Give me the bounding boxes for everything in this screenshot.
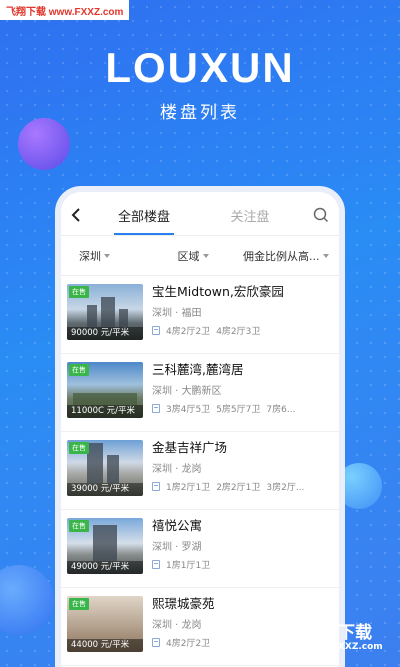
property-location: 深圳 · 龙岗 bbox=[152, 464, 202, 475]
filter-district[interactable]: 区域 bbox=[153, 248, 233, 264]
price-label: 49000 元/平米 bbox=[67, 561, 143, 574]
filter-bar: 深圳 区域 佣金比例从高... bbox=[61, 236, 339, 276]
floorplan-icon bbox=[152, 404, 160, 413]
tab-all-properties[interactable]: 全部楼盘 bbox=[91, 206, 197, 235]
price-label: 90000 元/平米 bbox=[67, 327, 143, 340]
property-name: 宝生Midtown,宏欣豪园 bbox=[152, 284, 284, 299]
layout-list: 3房4厅5卫 5房5厅7卫 7房6... bbox=[152, 402, 331, 415]
property-location: 深圳 · 罗湖 bbox=[152, 542, 202, 553]
building-shape bbox=[101, 297, 115, 327]
property-name: 三科麓湾,麓湾居 bbox=[152, 362, 244, 377]
status-badge: 在售 bbox=[69, 598, 89, 610]
corner-logo-url: www.FXXZ.com bbox=[304, 642, 383, 652]
chevron-left-icon bbox=[71, 208, 80, 222]
search-button[interactable] bbox=[303, 195, 339, 235]
corner-watermark-logo: 飞翔下载 www.FXXZ.com bbox=[262, 615, 392, 661]
floorplan-icon bbox=[152, 482, 160, 491]
brand-subtitle: 楼盘列表 bbox=[160, 103, 240, 123]
price-label: 39000 元/平米 bbox=[67, 483, 143, 496]
building-shape bbox=[87, 305, 97, 327]
search-icon bbox=[313, 207, 329, 223]
status-badge: 在售 bbox=[69, 286, 89, 298]
property-list-item[interactable]: 在售 90000 元/平米 宝生Midtown,宏欣豪园 深圳 · 福田 4房2… bbox=[61, 276, 339, 354]
floorplan-icon bbox=[152, 326, 160, 335]
price-label: 11000C 元/平米 bbox=[67, 405, 143, 418]
brand-title: LOUXUN bbox=[105, 44, 295, 91]
tab-followed[interactable]: 关注盘 bbox=[197, 206, 303, 235]
property-name: 禧悦公寓 bbox=[152, 518, 203, 533]
dropdown-caret-icon bbox=[322, 253, 329, 258]
status-badge: 在售 bbox=[69, 364, 89, 376]
layout-list: 1房1厅1卫 bbox=[152, 558, 331, 571]
property-list-item[interactable]: 在售 49000 元/平米 禧悦公寓 深圳 · 罗湖 1房1厅1卫 bbox=[61, 510, 339, 588]
building-shape bbox=[107, 455, 119, 483]
property-list-item[interactable]: 在售 39000 元/平米 金基吉祥广场 深圳 · 龙岗 1房2厅1卫 2房2厅… bbox=[61, 432, 339, 510]
layout-type: 3房4厅5卫 bbox=[166, 405, 211, 415]
property-photo: 在售 90000 元/平米 bbox=[67, 284, 143, 340]
dropdown-caret-icon bbox=[104, 253, 110, 258]
layout-type: 2房2厅1卫 bbox=[216, 483, 261, 493]
watermark-text: 飞翔下载 www.FXXZ.com bbox=[0, 0, 130, 20]
phone-screen: 全部楼盘 关注盘 深圳 区域 佣金比例从高... 在售 90000 元/平米 宝… bbox=[55, 186, 345, 667]
corner-logo-text: 飞翔下载 bbox=[304, 623, 372, 643]
logo-mark-icon bbox=[262, 619, 300, 657]
status-badge: 在售 bbox=[69, 520, 89, 532]
layout-list: 4房2厅2卫 4房2厅3卫 bbox=[152, 324, 331, 337]
building-shape bbox=[93, 525, 117, 561]
layout-type: 3房2厅... bbox=[266, 483, 305, 493]
property-location: 深圳 · 大鹏新区 bbox=[152, 386, 222, 397]
building-shape bbox=[119, 309, 128, 327]
price-label: 44000 元/平米 bbox=[67, 639, 143, 652]
building-shape bbox=[87, 443, 103, 483]
layout-type: 7房6... bbox=[266, 405, 296, 415]
filter-city-label: 深圳 bbox=[79, 249, 101, 263]
layout-type: 5房5厅7卫 bbox=[216, 405, 261, 415]
top-nav-bar: 全部楼盘 关注盘 bbox=[61, 192, 339, 236]
back-button[interactable] bbox=[61, 195, 91, 235]
layout-list: 1房2厅1卫 2房2厅1卫 3房2厅... bbox=[152, 480, 331, 493]
property-photo: 在售 11000C 元/平米 bbox=[67, 362, 143, 418]
status-badge: 在售 bbox=[69, 442, 89, 454]
building-shape bbox=[73, 393, 137, 405]
property-photo: 在售 44000 元/平米 bbox=[67, 596, 143, 652]
floorplan-icon bbox=[152, 560, 160, 569]
dropdown-caret-icon bbox=[202, 253, 209, 258]
filter-sort[interactable]: 佣金比例从高... bbox=[233, 248, 339, 264]
floorplan-icon bbox=[152, 638, 160, 647]
layout-type: 1房1厅1卫 bbox=[166, 561, 211, 571]
property-photo: 在售 39000 元/平米 bbox=[67, 440, 143, 496]
property-name: 熙璟城豪苑 bbox=[152, 596, 215, 611]
layout-type: 4房2厅2卫 bbox=[166, 639, 211, 649]
filter-city[interactable]: 深圳 bbox=[61, 248, 153, 264]
filter-sort-label: 佣金比例从高... bbox=[243, 249, 320, 263]
property-list-item[interactable]: 在售 11000C 元/平米 三科麓湾,麓湾居 深圳 · 大鹏新区 3房4厅5卫… bbox=[61, 354, 339, 432]
property-name: 金基吉祥广场 bbox=[152, 440, 228, 455]
layout-type: 4房2厅2卫 bbox=[166, 327, 211, 337]
layout-type: 4房2厅3卫 bbox=[216, 327, 261, 337]
decor-bubble bbox=[18, 118, 70, 170]
property-photo: 在售 49000 元/平米 bbox=[67, 518, 143, 574]
property-location: 深圳 · 福田 bbox=[152, 308, 202, 319]
filter-district-label: 区域 bbox=[177, 249, 200, 263]
layout-type: 1房2厅1卫 bbox=[166, 483, 211, 493]
